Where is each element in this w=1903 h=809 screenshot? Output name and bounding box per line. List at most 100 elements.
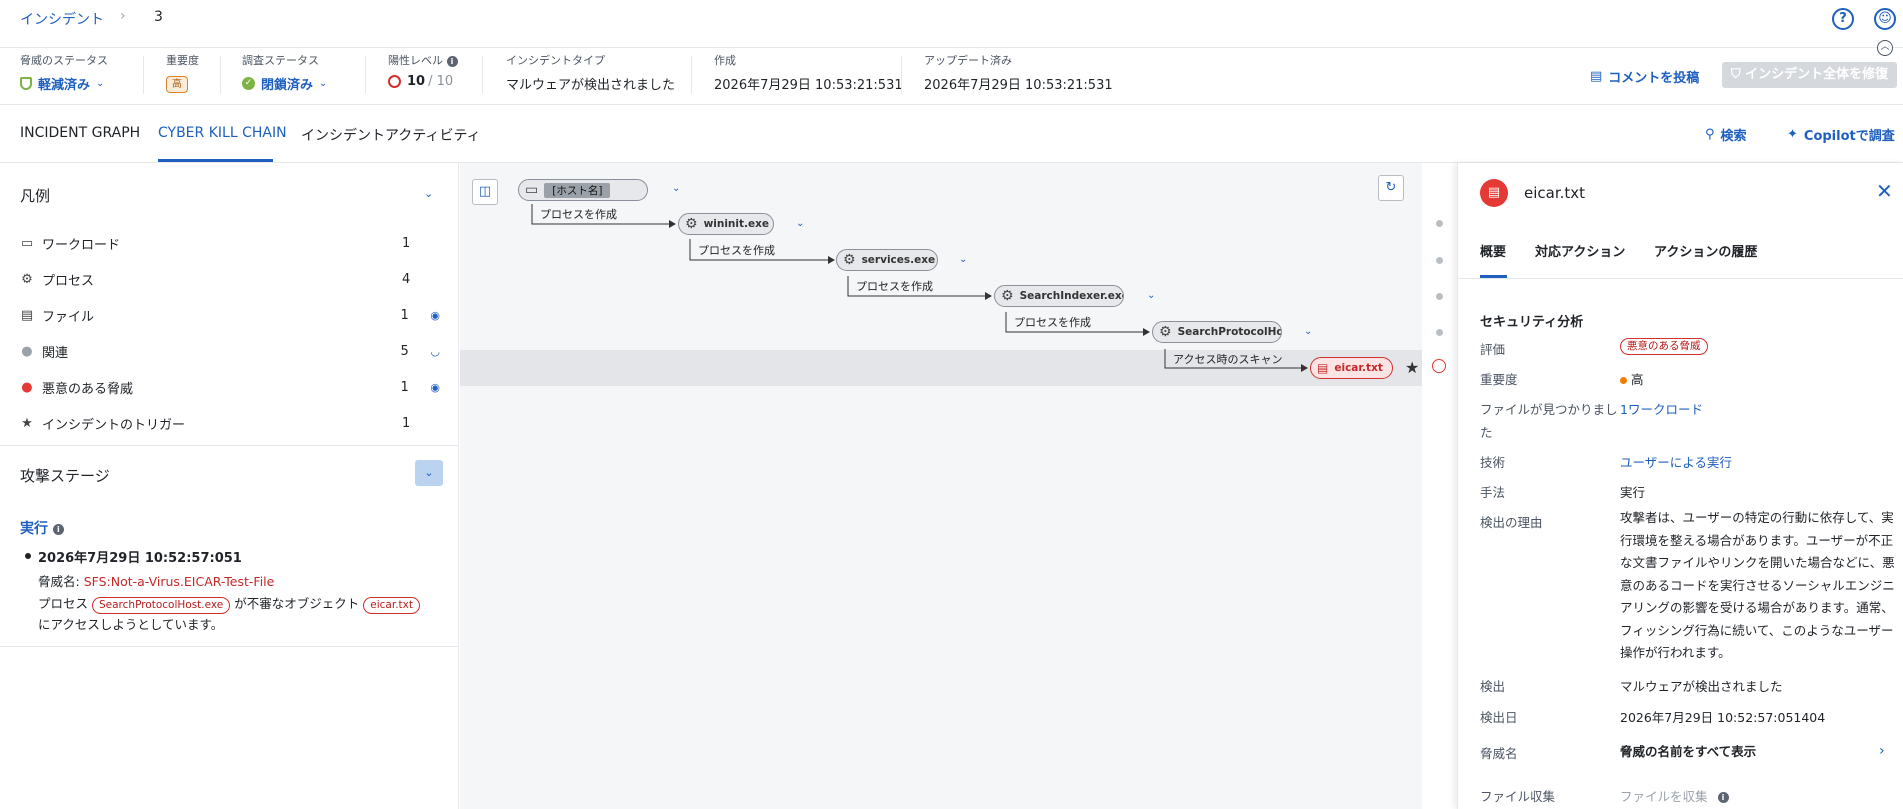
clock-icon[interactable] [1432, 359, 1446, 373]
user-account-icon[interactable]: ☺ [1874, 8, 1896, 30]
updated-field: アップデート済み 2026年7月29日 10:53:21:531 [924, 52, 1113, 98]
red-dot-icon: ● [21, 379, 33, 395]
severity-badge: 高 [166, 76, 188, 93]
tab-incident-graph[interactable]: INCIDENT GRAPH [20, 125, 140, 141]
created-field: 作成 2026年7月29日 10:53:21:531 [714, 52, 903, 98]
technique-link[interactable]: ユーザーによる実行 [1620, 452, 1732, 471]
legend-item-label: ワークロード [42, 237, 121, 253]
shield-icon [20, 77, 32, 90]
close-icon[interactable]: ✕ [1876, 179, 1893, 203]
tab-cyber-kill-chain[interactable]: CYBER KILL CHAIN [158, 125, 287, 141]
file-icon: ▤ [1317, 361, 1329, 375]
edge-label: プロセスを作成 [698, 244, 775, 257]
incident-type-label: インシデントタイプ [506, 54, 605, 67]
chevron-down-icon[interactable]: ⌄ [672, 183, 680, 194]
info-icon[interactable]: i [1717, 792, 1729, 803]
collect-file-button[interactable]: ファイルを収集 [1620, 789, 1708, 804]
eye-icon[interactable]: ◉ [430, 309, 440, 322]
legend-item-process: ⚙ プロセス 4 [20, 269, 440, 289]
attack-stage-timestamp: 2026年7月29日 10:52:57:051 [38, 551, 242, 566]
graph-node-wininit[interactable]: ⚙ wininit.exe [678, 213, 774, 235]
chevron-down-icon: ⌄ [96, 78, 105, 89]
legend-item-label: プロセス [42, 273, 95, 289]
graph-node-eicar[interactable]: ▤ eicar.txt [1310, 357, 1393, 379]
node-label: [ホスト名] [544, 182, 611, 198]
kill-chain-graph: ◫ ↻ ▭ [ホスト名] ⌄ プロセスを作成 ⚙ wininit.exe ⌄ プロ… [460, 163, 1446, 809]
info-icon[interactable]: i [446, 55, 458, 67]
gear-icon: ⚙ [685, 216, 698, 232]
show-all-threat-names[interactable]: 脅威の名前をすべて表示 [1620, 741, 1756, 760]
info-icon[interactable]: i [52, 523, 64, 535]
chevron-down-icon[interactable]: ⌄ [796, 218, 804, 229]
rating-key: 評価 [1480, 342, 1506, 357]
breadcrumb-incidents-link[interactable]: インシデント [20, 9, 104, 29]
eye-icon[interactable]: ◉ [430, 381, 440, 394]
breadcrumb-separator: › [120, 8, 126, 24]
search-label: 検索 [1720, 129, 1747, 144]
threat-status-dropdown[interactable]: 軽減済み ⌄ [20, 74, 108, 93]
threat-status-value: 軽減済み [38, 78, 91, 93]
detection-value: マルウェアが検出されました [1620, 679, 1783, 694]
detection-key: 検出 [1480, 679, 1506, 694]
edge-arrow-2 [828, 256, 835, 264]
chevron-down-icon[interactable]: ⌄ [1304, 326, 1312, 337]
graph-edges [531, 204, 1308, 372]
detail-title: eicar.txt [1524, 184, 1586, 202]
copilot-investigate-button[interactable]: ✦ Copilotで調査 [1787, 125, 1895, 144]
legend-item-label: 関連 [41, 345, 68, 361]
threat-name-link[interactable]: SFS:Not-a-Virus.EICAR-Test-File [84, 574, 275, 589]
row-marker [1436, 220, 1443, 227]
edge-arrow-5 [1301, 364, 1308, 372]
tab-response-actions[interactable]: 対応アクション [1535, 241, 1625, 260]
edge-label: プロセスを作成 [540, 208, 617, 221]
graph-node-searchindexer[interactable]: ⚙ SearchIndexer.exe [994, 285, 1124, 307]
tab-action-history[interactable]: アクションの履歴 [1654, 241, 1757, 260]
eye-closed-icon[interactable]: ◡ [430, 345, 440, 358]
edge-arrow-3 [985, 292, 992, 300]
found-on-link[interactable]: 1ワークロード [1620, 399, 1703, 418]
process-pill[interactable]: SearchProtocolHost.exe [92, 597, 231, 614]
shield-icon: ⛉ [1730, 67, 1741, 82]
node-label: eicar.txt [1334, 362, 1383, 374]
workload-icon: ▭ [20, 235, 34, 251]
attack-stage-toggle[interactable]: ⌄ [415, 460, 443, 486]
comment-icon: ▤ [1590, 69, 1603, 84]
chevron-down-icon[interactable]: ⌄ [959, 254, 967, 265]
detail-tabs: 概要 対応アクション アクションの履歴 [1458, 221, 1903, 279]
legend-item-file: ▤ ファイル 1 ◉ [20, 305, 440, 325]
severity-dot-icon [1620, 377, 1627, 384]
severity-value: 高 [1631, 372, 1644, 387]
node-label: SearchIndexer.exe [1019, 290, 1124, 302]
graph-node-searchprotocolhost[interactable]: ⚙ SearchProtocolHost.exe [1152, 321, 1282, 343]
legend-item-count: 5 [400, 343, 409, 359]
gear-icon: ⚙ [1159, 324, 1172, 340]
sparkle-icon: ✦ [1787, 127, 1798, 142]
security-analysis-title: セキュリティ分析 [1480, 315, 1584, 330]
chevron-down-icon: ⌄ [319, 78, 328, 89]
chevron-down-icon[interactable]: ⌄ [424, 187, 433, 200]
legend-item-incident-trigger: ★ インシデントのトリガー 1 [20, 413, 440, 433]
investigation-status-dropdown[interactable]: ✓ 閉鎖済み ⌄ [242, 74, 327, 93]
timeline-bullet [25, 553, 31, 559]
tactic-key: 手法 [1480, 485, 1506, 500]
graph-node-host[interactable]: ▭ [ホスト名] [518, 179, 648, 201]
graph-node-services[interactable]: ⚙ services.exe [836, 249, 938, 271]
remediate-incident-button[interactable]: ⛉ インシデント全体を修復 [1722, 62, 1897, 88]
search-button[interactable]: ⚲ 検索 [1705, 125, 1747, 144]
chevron-right-icon[interactable]: › [1879, 743, 1885, 759]
investigation-status-field: 調査ステータス ✓ 閉鎖済み ⌄ [242, 52, 327, 98]
active-tab-indicator [158, 159, 273, 162]
tab-incident-activity[interactable]: インシデントアクティビティ [301, 125, 481, 145]
access-suffix: にアクセスしようとしています。 [38, 617, 224, 632]
chevron-down-icon[interactable]: ⌄ [1147, 290, 1155, 301]
node-label: SearchProtocolHost.exe [1177, 326, 1282, 338]
post-comment-button[interactable]: ▤ コメントを投稿 [1590, 67, 1699, 86]
legend-item-count: 1 [400, 379, 409, 395]
legend-item-count: 1 [402, 235, 411, 251]
severity-key: 重要度 [1480, 372, 1518, 387]
breadcrumb-current: 3 [154, 9, 163, 25]
rating-badge: 悪意のある脅威 [1620, 338, 1708, 355]
object-pill[interactable]: eicar.txt [363, 597, 420, 614]
tab-overview[interactable]: 概要 [1480, 241, 1506, 260]
help-icon[interactable]: ? [1832, 8, 1854, 30]
